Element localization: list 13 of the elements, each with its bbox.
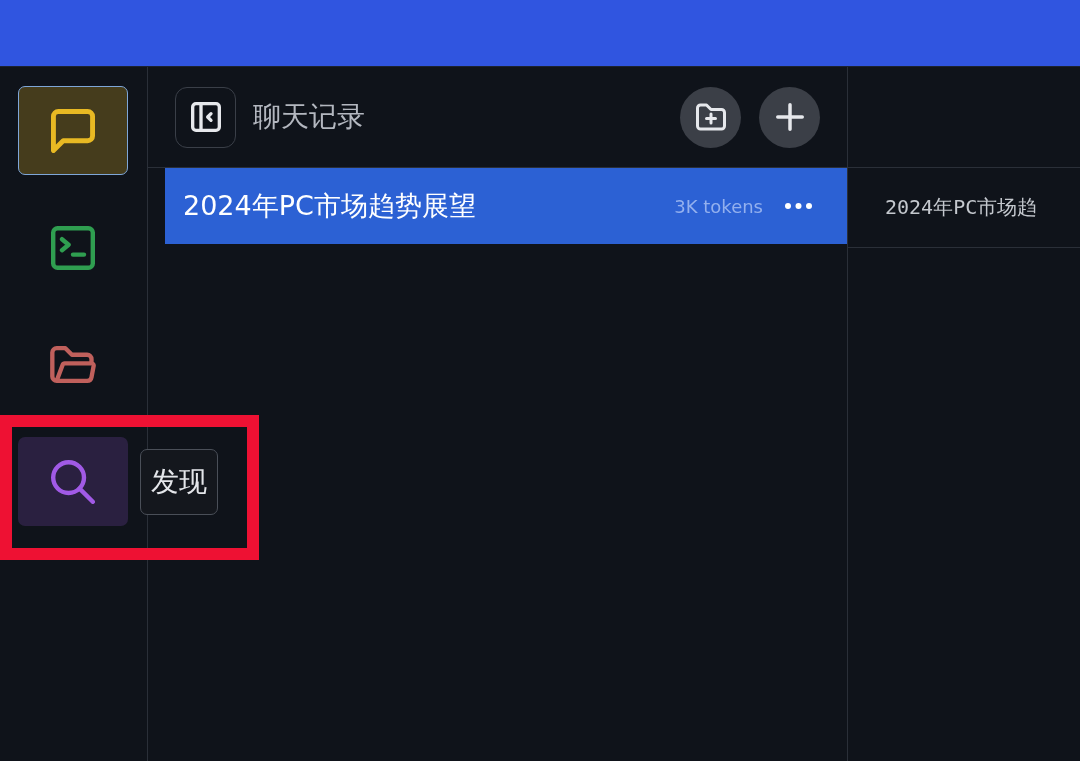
folder-plus-icon bbox=[695, 102, 726, 132]
sidebar-icon bbox=[190, 102, 221, 132]
tooltip: 发现 bbox=[140, 449, 218, 515]
panel-title: 聊天记录 bbox=[253, 99, 365, 135]
conversation-title: 2024年PC市场趋 bbox=[885, 194, 1038, 221]
plus-icon bbox=[775, 103, 804, 131]
token-count: 3K tokens bbox=[674, 195, 763, 217]
rail-button[interactable] bbox=[18, 437, 128, 526]
rail-button[interactable] bbox=[18, 86, 128, 175]
chat-title: 2024年PC市场趋势展望 bbox=[183, 189, 476, 223]
more-icon[interactable] bbox=[785, 203, 812, 209]
chat-list-item[interactable]: 2024年PC市场趋势展望 3K tokens bbox=[165, 168, 847, 244]
sidebar-toggle-button[interactable] bbox=[175, 86, 236, 148]
